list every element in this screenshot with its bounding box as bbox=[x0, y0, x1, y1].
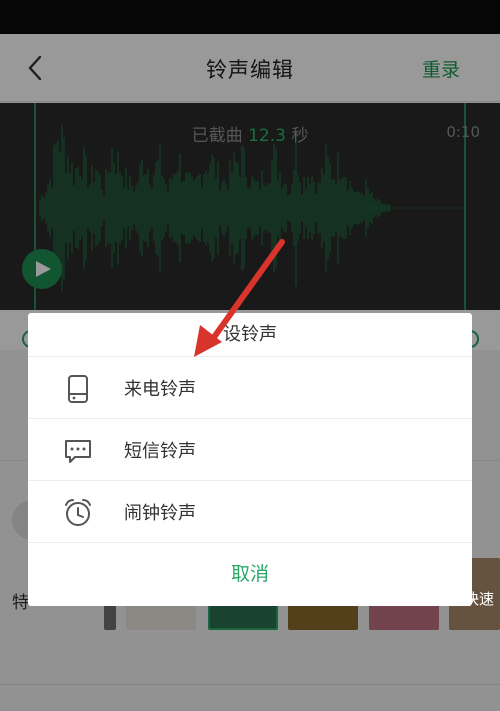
option-incoming-call-ringtone[interactable]: 来电铃声 bbox=[28, 357, 472, 419]
option-sms-ringtone[interactable]: 短信铃声 bbox=[28, 419, 472, 481]
cancel-button[interactable]: 取消 bbox=[28, 543, 472, 605]
option-alarm-ringtone[interactable]: 闹钟铃声 bbox=[28, 481, 472, 543]
dialog-title: 设铃声 bbox=[28, 313, 472, 357]
phone-icon bbox=[68, 375, 88, 403]
fast-label: 快速 bbox=[463, 590, 494, 608]
app-screen: 铃声编辑 重录 已截曲 12.3 秒 0:10 特 快速 设铃声 来电铃声 短信… bbox=[0, 0, 500, 711]
alarm-clock-icon bbox=[65, 499, 91, 526]
option-label: 来电铃声 bbox=[124, 379, 196, 400]
set-ringtone-dialog: 设铃声 来电铃声 短信铃声 闹钟铃声 取消 bbox=[28, 313, 472, 606]
message-icon bbox=[65, 440, 91, 463]
option-label: 闹钟铃声 bbox=[124, 503, 196, 524]
option-label: 短信铃声 bbox=[124, 441, 196, 462]
